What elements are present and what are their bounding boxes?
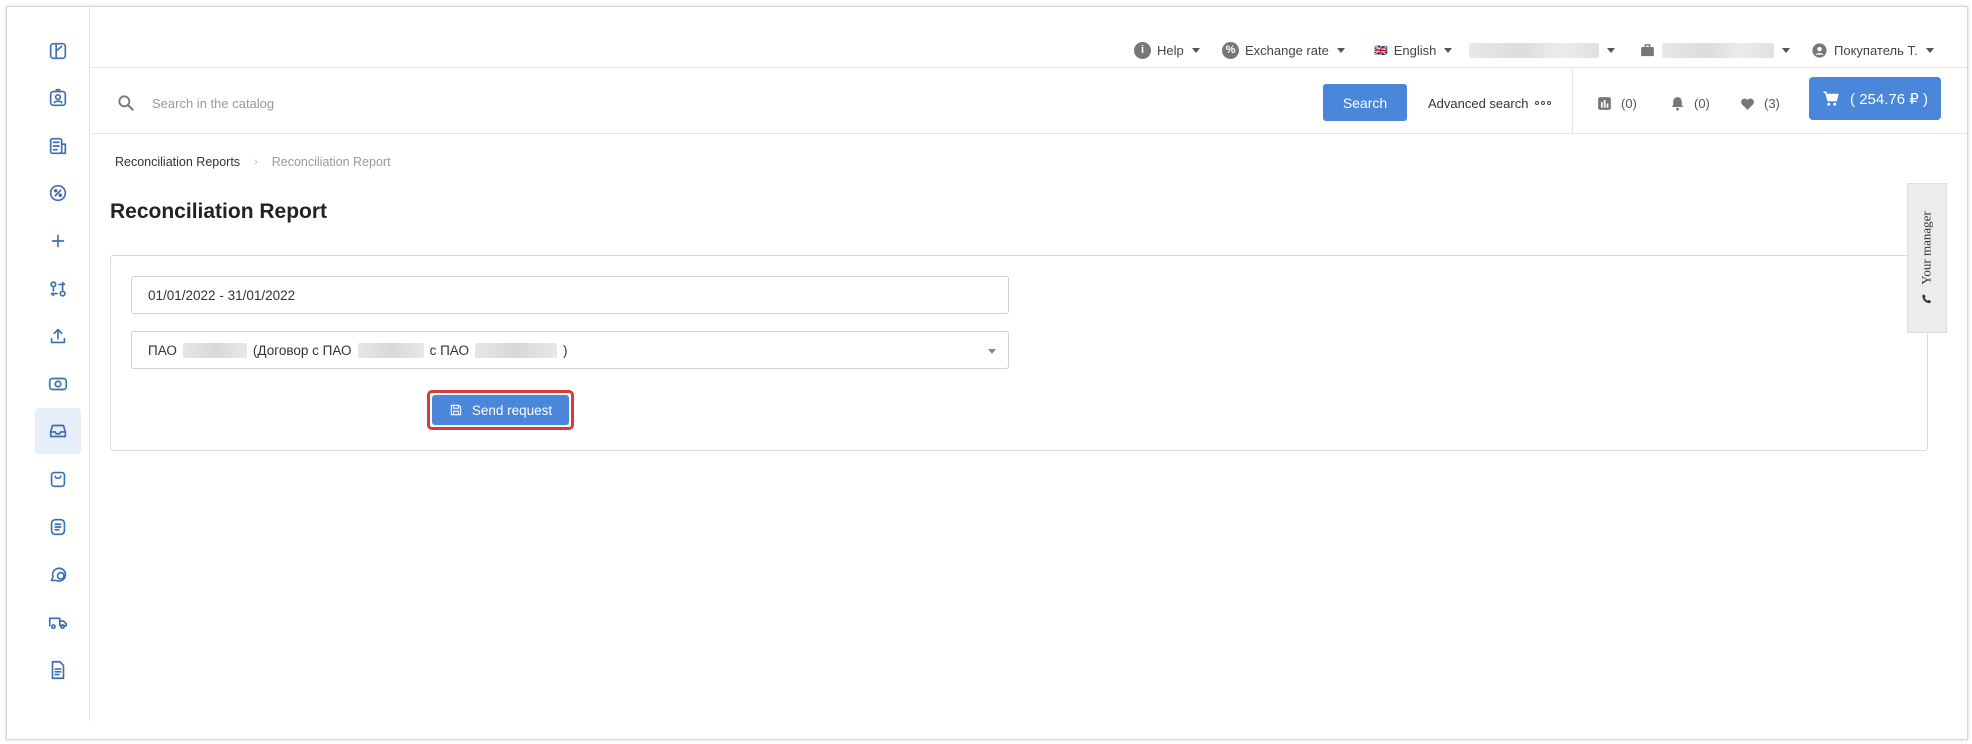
exchange-rate-label: Exchange rate: [1245, 42, 1329, 58]
upload-icon: [50, 328, 66, 344]
date-range-field[interactable]: 01/01/2022 - 31/01/2022: [131, 276, 1009, 314]
inbox-icon: [49, 424, 67, 438]
sidebar-item-payments[interactable]: [35, 361, 81, 407]
advanced-search-link[interactable]: Advanced search: [1428, 92, 1552, 114]
contract-part3: с ПАО: [429, 342, 469, 358]
advanced-search-label: Advanced search: [1428, 95, 1529, 111]
send-request-button[interactable]: Send request: [432, 395, 569, 425]
heart-icon: [1741, 98, 1754, 110]
breadcrumb: Reconciliation Reports › Reconciliation …: [115, 155, 391, 169]
your-manager-tab[interactable]: Your manager: [1907, 183, 1947, 333]
search-input[interactable]: [152, 90, 1312, 116]
documents-icon: [49, 137, 67, 155]
redacted-company: [474, 342, 557, 358]
briefcase-icon: [1641, 43, 1654, 56]
exchange-icon: [50, 281, 66, 297]
sidebar-item-upload[interactable]: [35, 313, 81, 359]
chevron-down-icon: [1607, 47, 1615, 53]
save-icon: [450, 404, 462, 416]
date-range-value: 01/01/2022 - 31/01/2022: [148, 287, 296, 303]
report-file-icon: [51, 660, 65, 680]
favorites-counter[interactable]: (3): [1739, 92, 1780, 114]
sidebar-item-discounts[interactable]: [35, 170, 81, 216]
payments-icon: [48, 377, 68, 391]
chevron-down-icon: [1925, 47, 1934, 53]
compare-count: (0): [1621, 95, 1637, 111]
your-manager-label: Your manager: [1919, 211, 1935, 285]
sidebar: [7, 7, 90, 721]
sidebar-item-delivery[interactable]: [35, 599, 81, 645]
breadcrumb-current: Reconciliation Report: [271, 155, 391, 169]
contract-suffix: ): [562, 342, 568, 358]
search-bar: Search Advanced search (0) (0) (3) ( 254…: [91, 68, 1967, 134]
sidebar-item-inbox[interactable]: [35, 408, 81, 454]
chevron-right-icon: ›: [254, 156, 258, 168]
user-label: Покупатель Т.: [1834, 42, 1918, 58]
cart-button[interactable]: ( 254.76 ₽ ): [1809, 77, 1941, 120]
profile-badge-icon: [49, 88, 67, 107]
search-icon: [118, 95, 134, 111]
language-menu[interactable]: 🇬🇧 English: [1374, 37, 1453, 63]
percent-icon: %: [1222, 41, 1239, 59]
chevron-down-icon: [988, 349, 996, 354]
language-label: English: [1393, 42, 1437, 58]
sidebar-item-chat[interactable]: [35, 551, 81, 597]
redacted-organization: [1469, 42, 1599, 58]
sidebar-item-report[interactable]: [35, 647, 81, 693]
organization-menu[interactable]: [1469, 37, 1615, 63]
sidebar-item-add[interactable]: [35, 218, 81, 264]
delivery-truck-icon: [48, 617, 68, 630]
sidebar-item-orders[interactable]: [35, 504, 81, 550]
page-title: Reconciliation Report: [110, 200, 328, 223]
redacted-company: [357, 342, 424, 358]
contract-prefix: ПАО: [148, 342, 177, 358]
sidebar-item-shopping[interactable]: [35, 456, 81, 502]
orders-icon: [50, 518, 66, 536]
chevron-down-icon: [1336, 47, 1345, 53]
chevron-down-icon: [1782, 47, 1790, 53]
breadcrumb-reconciliation-reports[interactable]: Reconciliation Reports: [115, 155, 240, 169]
user-menu[interactable]: Покупатель Т.: [1811, 37, 1934, 63]
shopping-bag-icon: [50, 471, 66, 488]
sidebar-item-profile[interactable]: [35, 75, 81, 121]
sidebar-item-documents[interactable]: [35, 123, 81, 169]
notifications-counter[interactable]: (0): [1669, 92, 1710, 114]
send-request-label: Send request: [471, 402, 553, 418]
contract-part2: (Договор с ПАО: [252, 342, 352, 358]
info-icon: i: [1134, 41, 1151, 59]
favorites-count: (3): [1764, 95, 1780, 111]
bell-icon: [1671, 96, 1684, 111]
help-menu[interactable]: i Help: [1134, 37, 1200, 63]
contract-menu[interactable]: [1639, 37, 1790, 63]
notifications-count: (0): [1694, 95, 1710, 111]
sidebar-item-exchange[interactable]: [35, 266, 81, 312]
chevron-down-icon: [1444, 47, 1453, 53]
sidebar-item-catalog[interactable]: [35, 28, 81, 74]
redacted-company: [182, 342, 247, 358]
redacted-contract: [1662, 42, 1774, 58]
help-label: Help: [1157, 42, 1184, 58]
top-bar: i Help % Exchange rate 🇬🇧 English Покупа…: [91, 7, 1967, 68]
more-dots-icon: [1535, 101, 1552, 105]
compare-counter[interactable]: (0): [1596, 92, 1637, 114]
contract-select[interactable]: ПАО (Договор с ПАО с ПАО ): [131, 331, 1009, 369]
report-form-panel: 01/01/2022 - 31/01/2022 ПАО (Договор с П…: [110, 255, 1928, 451]
exchange-rate-menu[interactable]: % Exchange rate: [1222, 37, 1345, 63]
send-request-highlight: Send request: [427, 390, 574, 430]
app-window: i Help % Exchange rate 🇬🇧 English Покупа…: [6, 6, 1968, 740]
phone-icon: [1922, 294, 1932, 304]
user-icon: [1812, 42, 1827, 58]
search-button[interactable]: Search: [1323, 84, 1407, 121]
cart-total: ( 254.76 ₽ ): [1850, 90, 1928, 108]
plus-icon: [51, 234, 65, 248]
divider: [1572, 68, 1573, 134]
chevron-down-icon: [1191, 47, 1200, 53]
chat-icon: [50, 567, 67, 582]
discount-icon: [49, 184, 67, 202]
flag-icon: 🇬🇧: [1374, 44, 1388, 57]
cart-icon: [1823, 91, 1839, 106]
catalog-icon: [49, 42, 67, 60]
compare-chart-icon: [1598, 96, 1611, 110]
